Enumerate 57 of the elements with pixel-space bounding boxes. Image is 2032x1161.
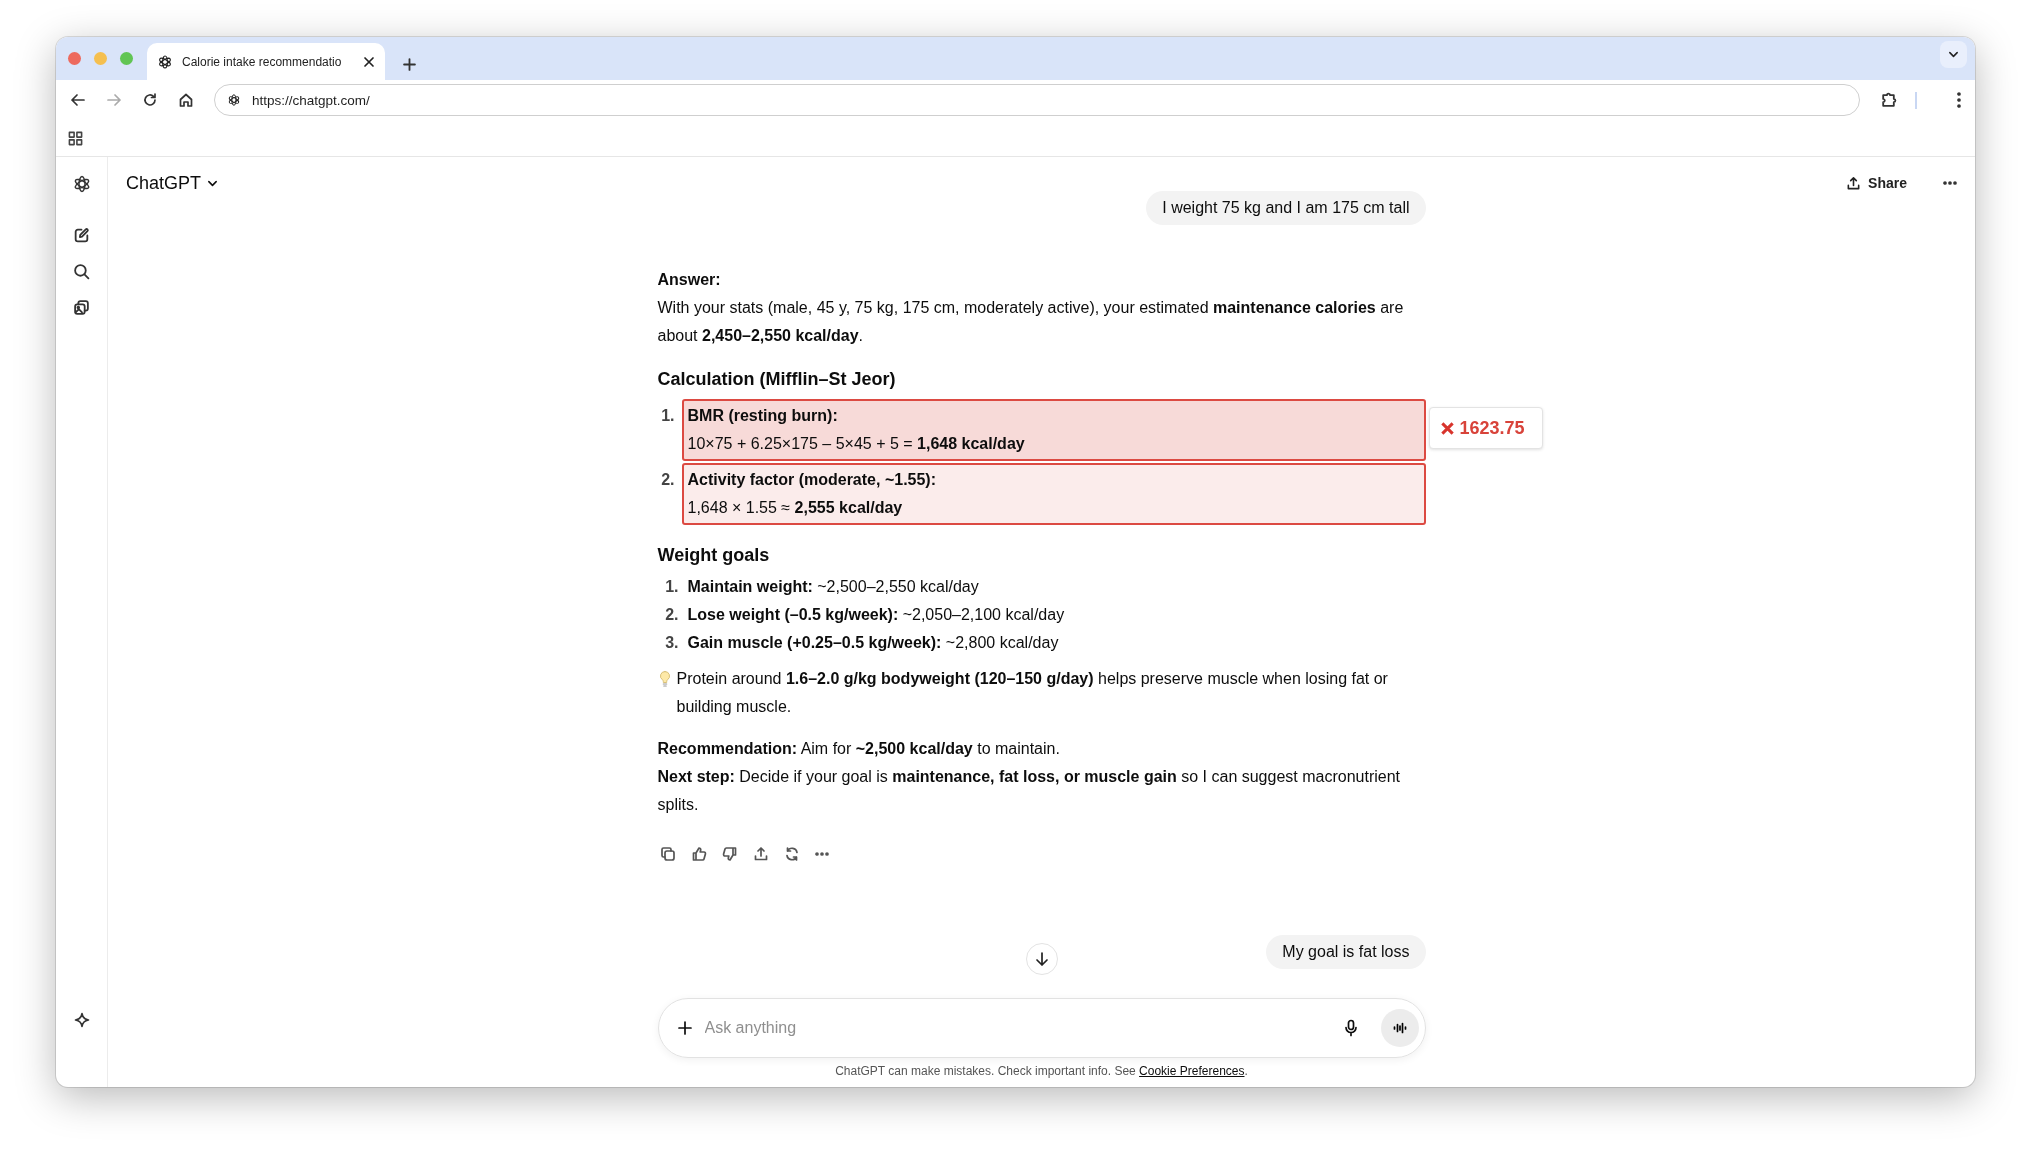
plus-icon[interactable] <box>676 1020 693 1036</box>
section-heading: Calculation (Mifflin–St Jeor) <box>657 368 897 391</box>
step-formula: 1,648 × 1.55 ≈ 2,555 kcal/day <box>687 498 904 518</box>
back-icon[interactable] <box>70 92 86 108</box>
user-message: I weight 75 kg and I am 175 cm tall <box>1146 191 1426 225</box>
copy-icon[interactable] <box>659 846 676 862</box>
paragraph: Protein around 1.6–2.0 g/kg bodyweight (120–150 g/day) helps preserve muscle when losing fat or building muscle. <box>676 669 1389 717</box>
user-message: My goal is fat loss <box>1266 935 1426 969</box>
puzzle-icon[interactable] <box>1880 91 1897 109</box>
browser-tab[interactable]: Calorie intake recommendatio <box>147 43 385 80</box>
knot-icon <box>157 53 173 70</box>
step-title: BMR (resting burn): <box>687 406 839 426</box>
new-tab-icon[interactable] <box>403 58 416 71</box>
share-button[interactable]: Share <box>1842 169 1911 197</box>
more-vertical-icon[interactable] <box>1957 92 1961 108</box>
cross-icon <box>1439 420 1455 436</box>
thumbs-up-icon[interactable] <box>690 846 707 862</box>
arrow-down-icon <box>1033 951 1050 967</box>
chevron-down-icon <box>1948 49 1959 60</box>
answer-label: Answer: <box>657 270 722 290</box>
waveform-icon <box>1391 1020 1408 1036</box>
list-item: Gain muscle (+0.25–0.5 kg/week): ~2,800 kcal/day <box>687 633 1059 653</box>
list-number: 1. <box>664 577 680 597</box>
home-icon[interactable] <box>178 92 194 108</box>
disclaimer-text: ChatGPT can make mistakes. Check important info. See Cookie Preferences. <box>834 1063 1249 1079</box>
sparkle-icon[interactable] <box>73 1012 90 1028</box>
voice-mode-button[interactable] <box>1380 1009 1419 1047</box>
paragraph: Next step: Decide if your goal is maintenance, fat loss, or muscle gain so I can suggest macronutrient splits. <box>657 767 1402 815</box>
regenerate-icon[interactable] <box>783 846 800 862</box>
step-title: Activity factor (moderate, ~1.55): <box>687 470 938 490</box>
section-heading: Weight goals <box>657 544 771 567</box>
tab-search-button[interactable] <box>1940 41 1967 68</box>
list-number: 2. <box>660 470 676 490</box>
list-number: 3. <box>664 633 680 653</box>
list-item: Maintain weight: ~2,500–2,550 kcal/day <box>687 577 979 597</box>
list-number: 1. <box>660 406 676 426</box>
paragraph: With your stats (male, 45 y, 75 kg, 175 cm, moderately active), your estimated maintenance calories are about 2,450–2,550 kcal/day. <box>657 298 1405 346</box>
close-icon[interactable] <box>363 55 375 68</box>
lightbulb-icon <box>658 670 671 688</box>
list-item: Lose weight (–0.5 kg/week): ~2,050–2,100 kcal/day <box>687 605 1065 625</box>
share-icon <box>1846 175 1862 191</box>
corrected-value: 1623.75 <box>1459 417 1525 440</box>
list-number: 2. <box>664 605 680 625</box>
paragraph: Recommendation: Aim for ~2,500 kcal/day to maintain. <box>657 739 1061 759</box>
new-chat-icon[interactable] <box>73 227 90 244</box>
scroll-down-button[interactable] <box>1025 943 1058 975</box>
search-icon[interactable] <box>73 263 90 280</box>
apps-grid-icon[interactable] <box>68 130 83 146</box>
reload-icon[interactable] <box>142 92 158 108</box>
image-stack-icon[interactable] <box>73 299 90 316</box>
thumbs-down-icon[interactable] <box>721 846 738 862</box>
step-formula: 10×75 + 6.25×175 – 5×45 + 5 = 1,648 kcal/day <box>687 434 1026 454</box>
message-input[interactable]: Ask anything <box>704 1019 1331 1037</box>
model-selector[interactable]: ChatGPT <box>126 172 219 194</box>
knot-icon <box>227 93 241 107</box>
microphone-icon[interactable] <box>1342 1019 1359 1037</box>
share-icon[interactable] <box>752 846 769 862</box>
